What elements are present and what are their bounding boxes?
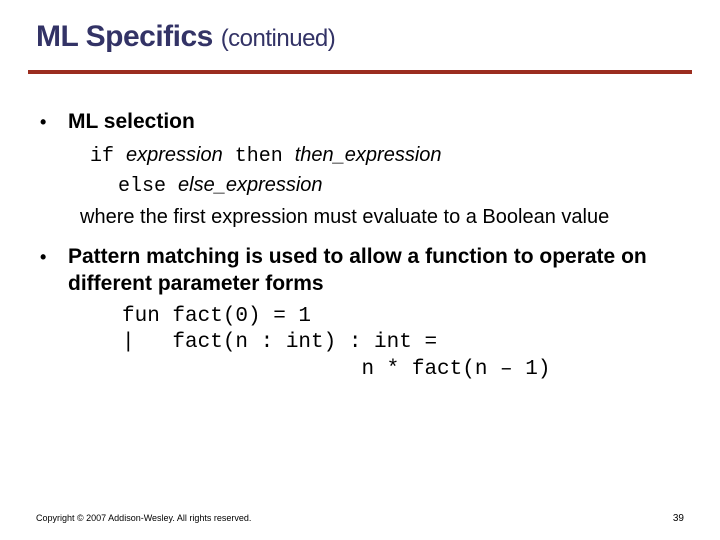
bullet-1-syntax-line1: if expression then then_expression — [90, 142, 680, 170]
copyright-text: Copyright © 2007 Addison-Wesley. All rig… — [36, 513, 251, 524]
then-expr-placeholder: then_expression — [295, 144, 442, 166]
page-number: 39 — [673, 513, 684, 524]
bullet-2: • Pattern matching is used to allow a fu… — [40, 243, 680, 298]
title-main: ML Specifics — [36, 20, 221, 53]
slide-title: ML Specifics (continued) — [36, 20, 335, 54]
keyword-then: then — [223, 145, 295, 168]
title-continued: (continued) — [221, 25, 336, 52]
horizontal-rule — [28, 70, 692, 74]
keyword-if: if — [90, 145, 126, 168]
code-line-3: n * fact(n – 1) — [122, 358, 550, 381]
bullet-dot-icon: • — [40, 108, 68, 136]
code-block: fun fact(0) = 1 | fact(n : int) : int = … — [122, 304, 680, 385]
expr-placeholder: expression — [126, 144, 223, 166]
bullet-1: • ML selection — [40, 108, 680, 136]
keyword-else: else — [118, 175, 178, 198]
slide-body: • ML selection if expression then then_e… — [40, 108, 680, 384]
code-line-1: fun fact(0) = 1 — [122, 305, 311, 328]
slide: ML Specifics (continued) • ML selection … — [0, 0, 720, 540]
bullet-1-text: ML selection — [68, 108, 195, 136]
bullet-1-note: where the first expression must evaluate… — [80, 204, 680, 231]
bullet-2-text: Pattern matching is used to allow a func… — [68, 243, 680, 298]
else-expr-placeholder: else_expression — [178, 174, 323, 196]
bullet-1-syntax-line2: else else_expression — [118, 172, 680, 200]
footer: Copyright © 2007 Addison-Wesley. All rig… — [36, 513, 684, 524]
code-line-2: | fact(n : int) : int = — [122, 331, 437, 354]
bullet-dot-icon: • — [40, 243, 68, 298]
